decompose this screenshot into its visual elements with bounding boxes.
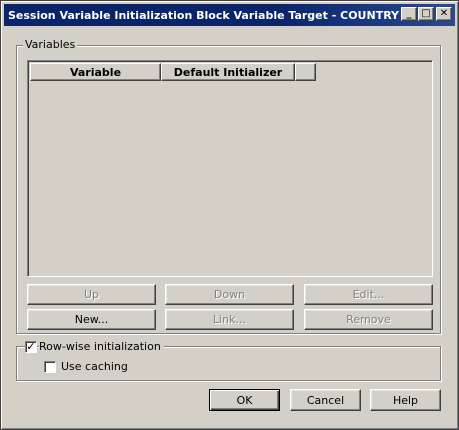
down-button[interactable]: Down: [165, 284, 294, 305]
minimize-icon: _: [406, 8, 412, 19]
variables-list[interactable]: Variable Default Initializer: [27, 60, 433, 277]
column-header-empty[interactable]: [295, 63, 316, 81]
check-icon: ✓: [26, 340, 36, 353]
column-header-variable[interactable]: Variable: [30, 63, 161, 81]
new-button[interactable]: New...: [27, 309, 156, 330]
use-caching-checkbox[interactable]: [44, 361, 56, 373]
up-button[interactable]: Up: [27, 284, 156, 305]
title-bar-buttons: _ □ ✕: [400, 7, 452, 21]
title-bar[interactable]: Session Variable Initialization Block Va…: [4, 4, 455, 26]
column-header-default-initializer[interactable]: Default Initializer: [161, 63, 295, 81]
row-wise-checkbox[interactable]: ✓: [25, 341, 37, 353]
close-button[interactable]: ✕: [436, 7, 452, 21]
remove-button[interactable]: Remove: [304, 309, 433, 330]
help-button[interactable]: Help: [370, 389, 441, 411]
dialog-window: Session Variable Initialization Block Va…: [0, 0, 459, 430]
link-button[interactable]: Link...: [165, 309, 294, 330]
close-icon: ✕: [439, 8, 449, 19]
cancel-button[interactable]: Cancel: [290, 389, 361, 411]
ok-button[interactable]: OK: [209, 389, 280, 411]
row-wise-label: Row-wise initialization: [39, 340, 164, 353]
maximize-icon: □: [421, 8, 431, 19]
minimize-button[interactable]: _: [401, 7, 417, 21]
use-caching-label: Use caching: [61, 360, 128, 373]
window-title: Session Variable Initialization Block Va…: [8, 8, 400, 22]
variables-group: Variables Variable Default Initializer U…: [16, 38, 441, 334]
maximize-button[interactable]: □: [418, 7, 434, 21]
variables-group-label: Variables: [23, 38, 78, 51]
edit-button[interactable]: Edit...: [304, 284, 433, 305]
list-header: Variable Default Initializer: [30, 63, 316, 81]
